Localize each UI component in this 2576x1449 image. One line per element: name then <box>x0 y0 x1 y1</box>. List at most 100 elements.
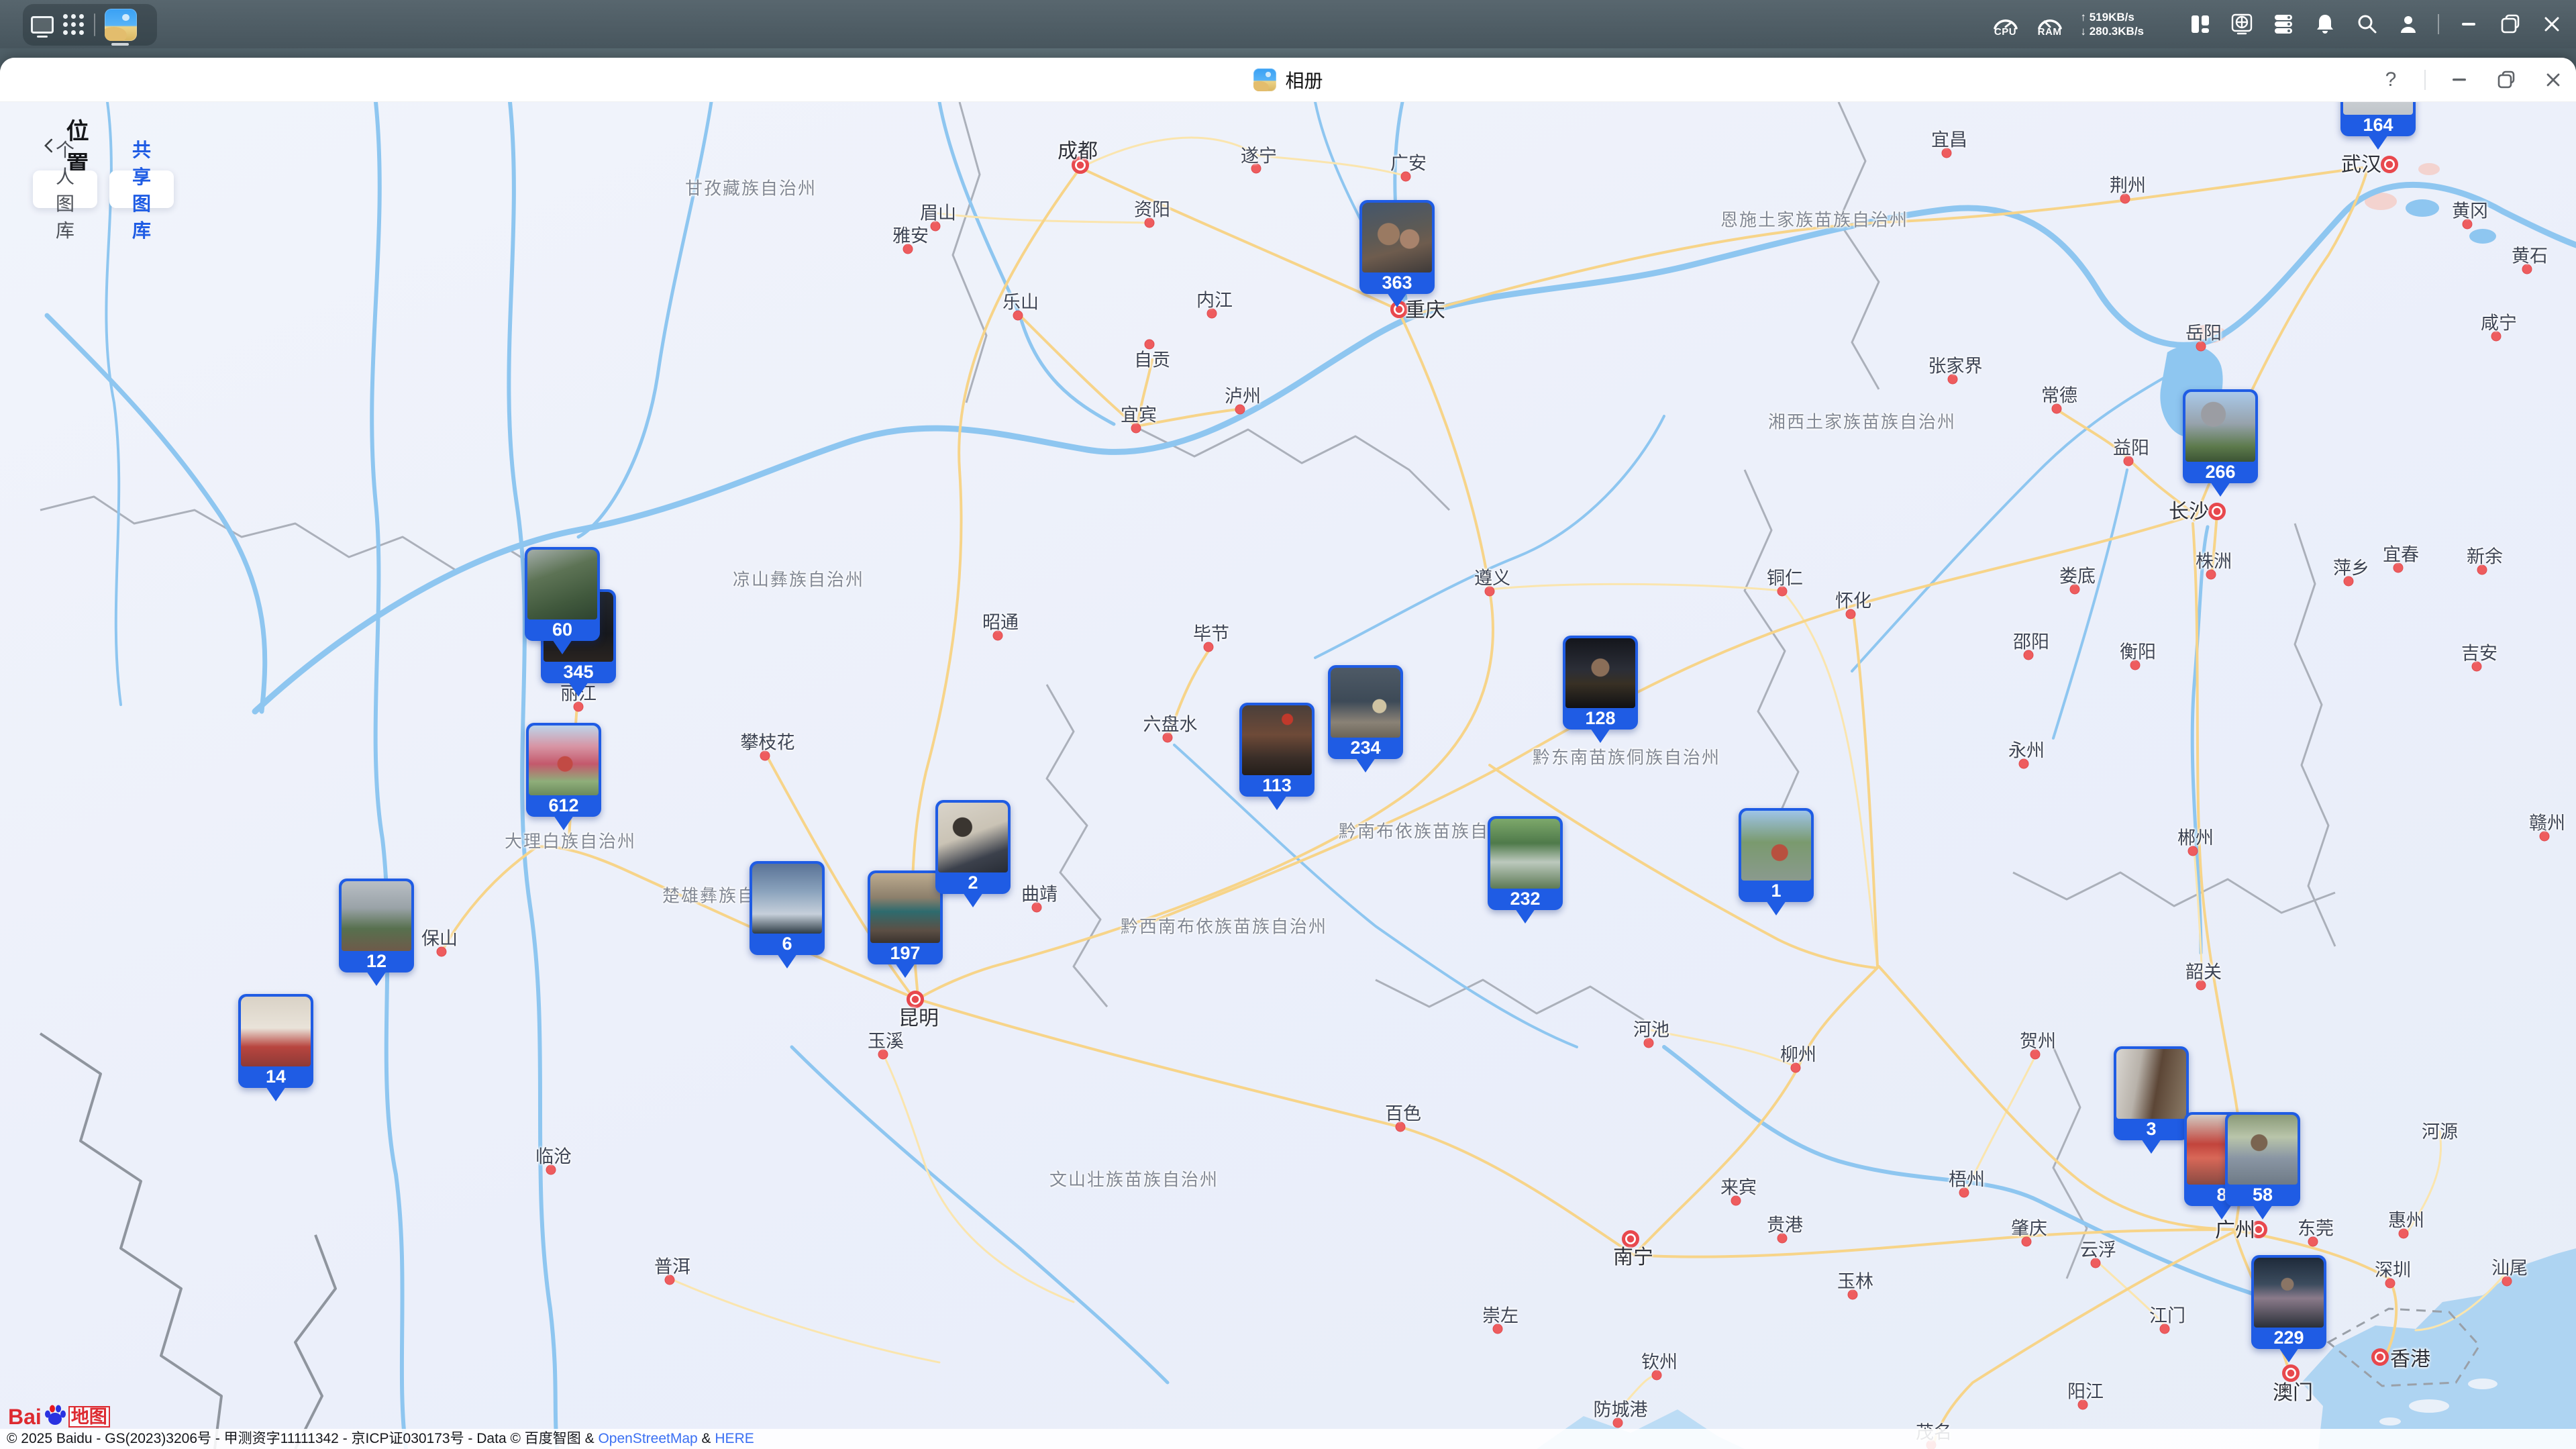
session-close-icon[interactable] <box>2540 12 2564 36</box>
workspace-panel-icon[interactable] <box>2188 12 2212 36</box>
server-list-icon[interactable] <box>2271 12 2296 36</box>
cluster-photo-thumbnail <box>1565 638 1635 708</box>
map-label-city: 衡阳 <box>2120 642 2156 662</box>
minimize-button[interactable] <box>2446 66 2473 93</box>
capital-city-ring-icon <box>2381 156 2398 173</box>
search-icon[interactable] <box>2355 12 2379 36</box>
cluster-photo-count: 14 <box>265 1066 287 1087</box>
map-label-city: 崇左 <box>1482 1305 1518 1326</box>
cluster-photo-count: 2 <box>968 872 978 893</box>
cluster-photo-count: 60 <box>552 619 573 640</box>
map-label-city: 张家界 <box>1928 356 1983 377</box>
photo-cluster-marker[interactable]: 128 <box>1563 636 1638 743</box>
map-label-city: 韶关 <box>2185 962 2222 983</box>
show-desktop-icon[interactable] <box>31 16 54 38</box>
map-label-region: 黔东南苗族侗族自治州 <box>1532 747 1721 768</box>
map-label-city: 来宾 <box>1720 1177 1757 1198</box>
marker-pointer <box>2212 1205 2232 1219</box>
cluster-photo-thumbnail <box>1490 819 1560 889</box>
ram-label: RAM <box>2037 26 2062 38</box>
map-label-city: 曲靖 <box>1021 884 1058 905</box>
photo-cluster-marker[interactable]: 113 <box>1239 703 1315 810</box>
photo-cluster-marker[interactable]: 1 <box>1739 808 1814 915</box>
map-label-city: 江门 <box>2149 1305 2185 1326</box>
marker-pointer <box>552 640 572 654</box>
marker-pointer <box>366 971 387 986</box>
cluster-photo-count: 229 <box>2273 1328 2304 1348</box>
marker-pointer <box>554 815 574 830</box>
photo-cluster-marker[interactable]: 2 <box>935 800 1011 907</box>
map-label-city: 宜春 <box>2383 544 2419 565</box>
close-button[interactable] <box>2540 66 2567 93</box>
map-label-city: 广安 <box>1390 153 1427 174</box>
map-label-city: 贺州 <box>2020 1031 2056 1052</box>
map-label-city: 云浮 <box>2080 1240 2116 1260</box>
photo-cluster-marker[interactable]: 58 <box>2225 1112 2300 1219</box>
cluster-photo-thumbnail <box>1362 203 1432 272</box>
tab-personal-gallery[interactable]: 个人图库 <box>33 140 98 241</box>
map-label-city: 邵阳 <box>2013 632 2049 652</box>
map-label-city: 河池 <box>1633 1019 1669 1040</box>
openstreetmap-link[interactable]: OpenStreetMap <box>598 1431 697 1446</box>
map-label-capital: 香港 <box>2390 1348 2430 1370</box>
launcher-grid-icon[interactable] <box>63 14 85 36</box>
photo-cluster-marker[interactable]: 12 <box>339 879 414 986</box>
photo-cluster-marker[interactable]: 232 <box>1488 816 1563 923</box>
photo-cluster-marker[interactable]: 363 <box>1359 200 1435 307</box>
titlebar[interactable]: 相册 ? <box>0 58 2576 102</box>
photo-cluster-marker[interactable]: 3 <box>2114 1046 2189 1154</box>
cluster-photo-count: 1 <box>1771 881 1782 901</box>
album-app-icon <box>1253 68 1276 91</box>
marker-pointer <box>266 1087 286 1101</box>
maximize-restore-button[interactable] <box>2493 66 2520 93</box>
photo-cluster-marker[interactable]: 612 <box>526 723 601 830</box>
notification-bell-icon[interactable] <box>2313 12 2337 36</box>
photo-cluster-marker[interactable]: 60 <box>525 547 600 654</box>
photo-cluster-marker[interactable]: 266 <box>2183 389 2258 497</box>
map-label-city: 百色 <box>1385 1103 1421 1124</box>
map-label-region: 恩施土家族苗族自治州 <box>1720 209 1909 230</box>
map-label-city: 惠州 <box>2388 1210 2424 1231</box>
cpu-monitor-icon[interactable]: CPU <box>1992 12 2019 37</box>
cluster-photo-count: 234 <box>1350 738 1381 758</box>
photo-cluster-marker[interactable]: 14 <box>238 994 313 1101</box>
cluster-photo-thumbnail <box>241 997 311 1066</box>
shutter-minimize-icon[interactable] <box>2457 12 2481 36</box>
cluster-photo-count: 12 <box>366 951 387 971</box>
remote-display-icon[interactable] <box>2230 12 2254 36</box>
download-speed: ↓ 280.3KB/s <box>2080 25 2145 38</box>
photo-cluster-marker[interactable]: 197 <box>868 870 943 978</box>
map-label-capital: 南宁 <box>1613 1246 1653 1268</box>
ram-monitor-icon[interactable]: RAM <box>2037 12 2063 37</box>
map-label-capital: 澳门 <box>2273 1382 2313 1404</box>
user-account-icon[interactable] <box>2396 12 2420 36</box>
cluster-photo-count: 266 <box>2205 462 2236 482</box>
map-canvas[interactable]: 甘孜藏族自治州 凉山彝族自治州 大理白族自治州 楚雄彝族自治州 文山壮族苗族自治州 黔西南… <box>0 102 2576 1449</box>
map-label-city: 岳阳 <box>2185 323 2222 344</box>
map-label-city: 雅安 <box>892 226 929 246</box>
album-app-taskbar-icon[interactable] <box>105 9 137 41</box>
map-label-city: 深圳 <box>2375 1260 2411 1281</box>
map-label-city: 六盘水 <box>1143 714 1198 735</box>
windows-overlap-icon[interactable] <box>2498 12 2522 36</box>
capital-city-ring-icon <box>2371 1348 2389 1366</box>
tab-shared-gallery[interactable]: 共享图库 <box>109 140 174 241</box>
network-speed[interactable]: ↑ 519KB/s ↓ 280.3KB/s <box>2081 10 2145 39</box>
cluster-photo-thumbnail <box>752 864 822 934</box>
photo-cluster-marker[interactable]: 6 <box>750 861 825 968</box>
cluster-photo-thumbnail <box>1741 811 1811 881</box>
map-label-city: 怀化 <box>1835 591 1871 611</box>
map-label-region: 湘西土家族苗族自治州 <box>1767 411 1957 432</box>
map-label-city: 黄冈 <box>2452 201 2488 221</box>
map-label-capital: 武汉 <box>2341 154 2381 176</box>
map-label-city: 普洱 <box>654 1256 690 1277</box>
photo-cluster-marker[interactable]: 164 <box>2340 102 2416 150</box>
map-label-capital: 长沙 <box>2169 501 2209 523</box>
map-label-city: 株洲 <box>2196 551 2232 572</box>
photo-cluster-marker[interactable]: 234 <box>1328 665 1403 772</box>
map-label-city: 荆州 <box>2110 175 2146 196</box>
chevron-left-icon <box>44 138 53 153</box>
here-link[interactable]: HERE <box>715 1431 754 1446</box>
help-button[interactable]: ? <box>2377 66 2404 93</box>
photo-cluster-marker[interactable]: 229 <box>2251 1255 2326 1362</box>
